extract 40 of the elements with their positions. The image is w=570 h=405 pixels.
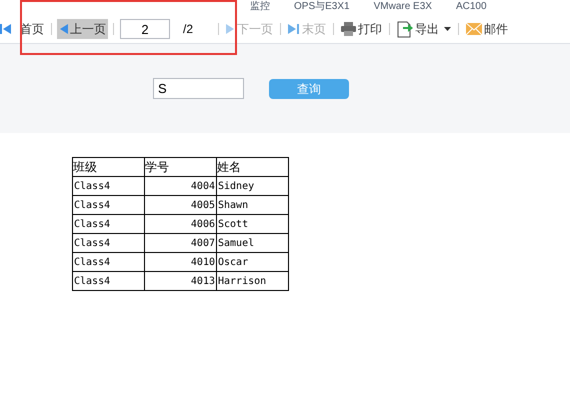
export-button[interactable]: 导出	[395, 19, 454, 39]
table-cell: Class4	[72, 214, 144, 234]
mail-button[interactable]: 邮件	[464, 19, 510, 39]
bookmark[interactable]: VMware E3X	[374, 2, 432, 12]
prev-button[interactable]: 上一页	[57, 19, 108, 39]
first-page-icon	[0, 23, 12, 35]
export-icon	[397, 20, 414, 38]
table-cell: Class4	[72, 234, 144, 252]
previous-icon	[59, 23, 68, 35]
table-cell: 4005	[144, 196, 216, 214]
table-cell: Harrison	[216, 272, 288, 290]
table-cell: Samuel	[216, 234, 288, 252]
column-header: 班级	[72, 158, 144, 176]
bookmark[interactable]: OPS与E3X1	[294, 2, 350, 12]
table-cell: 4004	[144, 176, 216, 196]
table-cell: Sidney	[216, 176, 288, 196]
table-cell: 4006	[144, 214, 216, 234]
column-header: 姓名	[216, 158, 288, 176]
page-total: /2	[183, 21, 194, 38]
table-cell: Shawn	[216, 196, 288, 214]
next-icon	[226, 23, 236, 35]
print-button[interactable]: 打印	[339, 19, 384, 39]
table-cell: 4007	[144, 234, 216, 252]
caret-icon	[444, 27, 452, 31]
table-cell: 4010	[144, 252, 216, 272]
printer-icon	[341, 22, 356, 36]
bookmark[interactable]: AC100	[456, 2, 487, 12]
envelope-icon	[466, 23, 482, 35]
table-cell: Class4	[72, 272, 144, 290]
table-cell: Scott	[216, 214, 288, 234]
table-cell: 4013	[144, 272, 216, 290]
bookmark[interactable]: 监控	[250, 2, 270, 12]
table-cell: Class4	[72, 176, 144, 196]
column-header: 学号	[144, 158, 216, 176]
table-cell: Class4	[72, 196, 144, 214]
table-cell: Oscar	[216, 252, 288, 272]
first-button[interactable]: 首页	[0, 19, 46, 39]
last-page-icon	[288, 23, 300, 35]
page-number-field[interactable]: 2	[120, 19, 170, 39]
table-cell: Class4	[72, 252, 144, 272]
